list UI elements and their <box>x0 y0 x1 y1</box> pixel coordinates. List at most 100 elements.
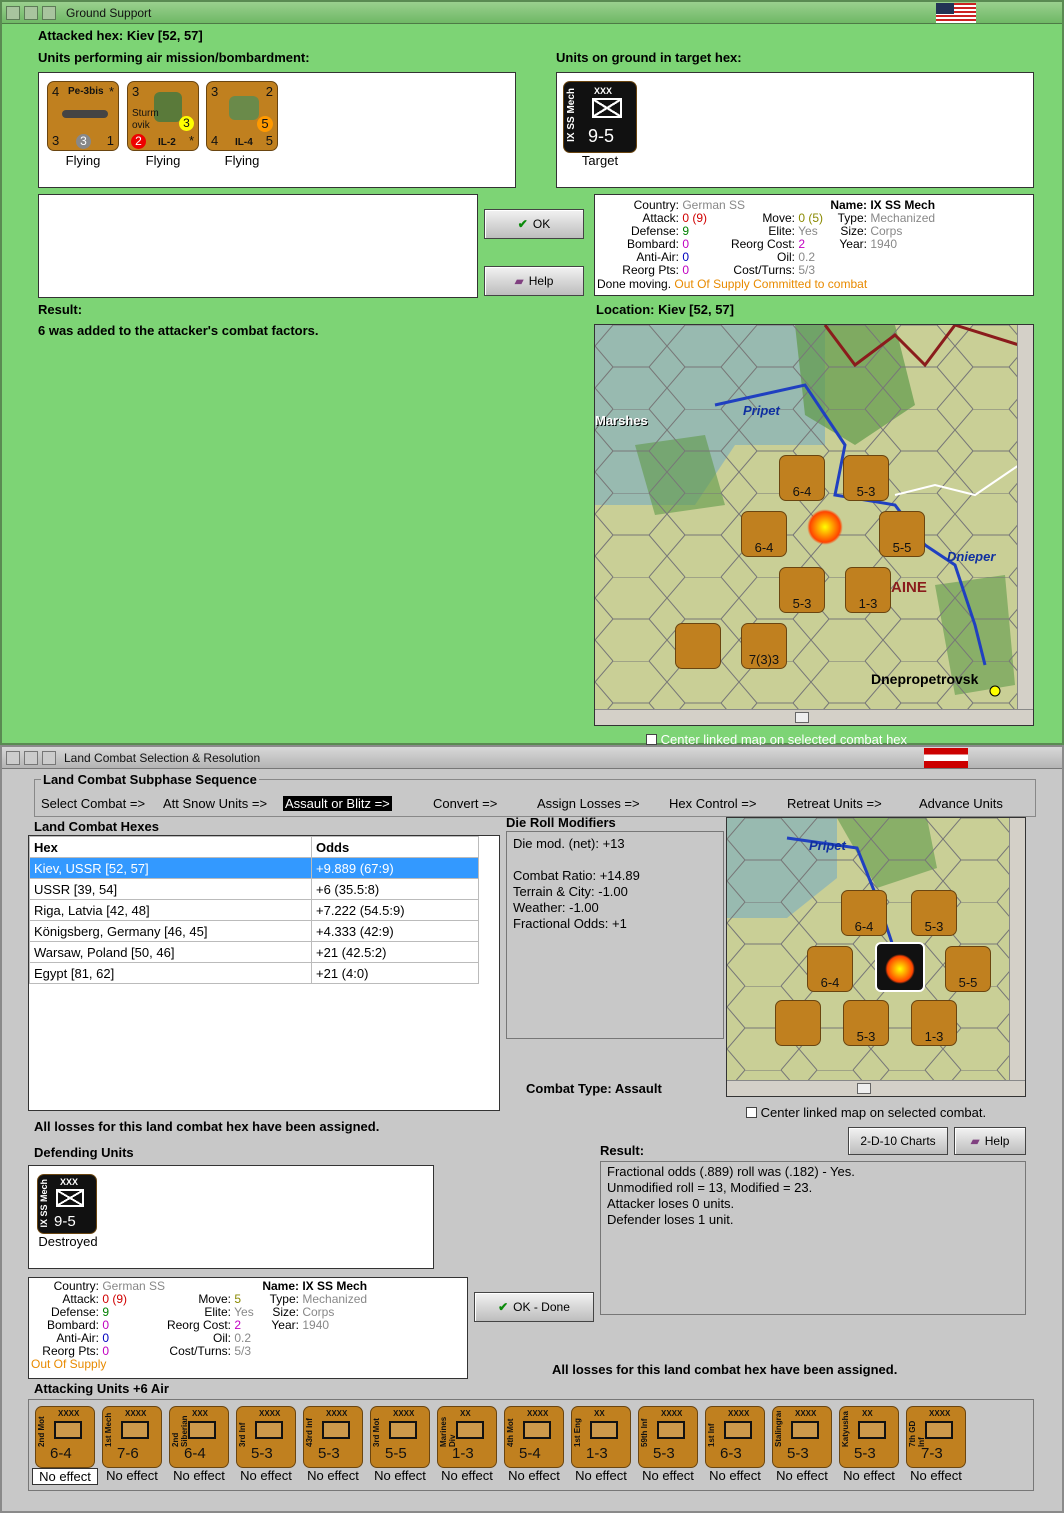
col-hex[interactable]: Hex <box>29 836 312 858</box>
hexes-heading: Land Combat Hexes <box>34 819 159 834</box>
attacker-status: No effect <box>173 1468 225 1483</box>
horizontal-scrollbar[interactable] <box>727 1080 1025 1096</box>
table-row[interactable]: Egypt [81, 62] +21 (4:0) <box>29 962 479 984</box>
location-label: Location: Kiev [52, 57] <box>596 302 734 317</box>
air-units-heading: Units performing air mission/bombardment… <box>38 50 310 65</box>
attacker-counter[interactable]: 59th Inf XXXX 5-3 <box>638 1406 698 1468</box>
attacker-counter[interactable]: 1st Inf XXXX 6-3 <box>705 1406 765 1468</box>
col-odds[interactable]: Odds <box>311 836 479 858</box>
unit-symbol-icon <box>523 1421 551 1439</box>
defending-heading: Defending Units <box>34 1145 134 1160</box>
us-flag-icon <box>936 3 976 23</box>
target-unit-counter[interactable]: IX SS Mech XXX 9-5 <box>563 81 637 153</box>
attacker-counter[interactable]: 3rd Mot XXXX 5-5 <box>370 1406 430 1468</box>
table-row[interactable]: Riga, Latvia [42, 48] +7.222 (54.5:9) <box>29 899 479 921</box>
map-unit-counter[interactable]: 6-4 <box>741 511 787 557</box>
attacker-counter[interactable]: Stalingrad XXXX 5-3 <box>772 1406 832 1468</box>
air-unit-map-icon[interactable] <box>675 623 721 669</box>
book-icon: ▰ <box>970 1134 980 1148</box>
seq-step-current: Assault or Blitz => <box>283 796 392 811</box>
air-unit-status: Flying <box>224 153 260 168</box>
vertical-scrollbar[interactable] <box>1009 818 1025 1082</box>
system-menu-icon[interactable] <box>6 6 20 20</box>
attacker-status: No effect <box>843 1468 895 1483</box>
map-unit-counter[interactable]: 1-3 <box>845 567 891 613</box>
map-unit-counter[interactable]: 6-4 <box>807 946 853 992</box>
attacker-counter[interactable]: 2nd Mot XXXX 6-4 <box>35 1406 95 1468</box>
attacker-status: No effect <box>776 1468 828 1483</box>
map-unit-counter[interactable]: 7(3)3 <box>741 623 787 669</box>
combat-hex-map[interactable]: Pripet 6-4 5-3 6-4 5-5 5-3 1-3 <box>726 817 1026 1097</box>
table-row[interactable]: Warsaw, Poland [50, 46] +21 (42.5:2) <box>29 941 479 963</box>
table-row[interactable]: Königsberg, Germany [46, 45] +4.333 (42:9… <box>29 920 479 942</box>
map-unit-counter[interactable]: 5-3 <box>843 455 889 501</box>
table-row[interactable]: USSR [39, 54] +6 (35.5:8) <box>29 878 479 900</box>
help-button[interactable]: ▰ Help <box>954 1127 1026 1155</box>
location-map[interactable]: Marshes Pripet Dnieper Dnepropetrovsk AI… <box>594 324 1034 726</box>
drm-panel: Die mod. (net): +13 Combat Ratio: +14.89… <box>506 831 724 1039</box>
drm-heading: Die Roll Modifiers <box>506 815 616 830</box>
defender-map-counter[interactable] <box>875 942 925 992</box>
air-unit-map-icon[interactable] <box>775 1000 821 1046</box>
unit-symbol-icon <box>54 1421 82 1439</box>
attacker-counter[interactable]: Katyusha XX 5-3 <box>839 1406 899 1468</box>
map-unit-counter[interactable]: 6-4 <box>779 455 825 501</box>
help-button[interactable]: ▰ Help <box>484 266 584 296</box>
map-label: Pripet <box>743 403 780 418</box>
checkmark-icon: ✔ <box>517 217 528 231</box>
map-label: Dnepropetrovsk <box>871 671 979 687</box>
seq-step: Att Snow Units => <box>163 796 268 811</box>
table-row[interactable]: Kiev, USSR [52, 57] +9.889 (67:9) <box>29 857 479 879</box>
map-unit-counter[interactable]: 6-4 <box>841 890 887 936</box>
unit-symbol-icon <box>121 1421 149 1439</box>
map-unit-counter[interactable]: 5-3 <box>779 567 825 613</box>
attacker-counter[interactable]: 43rd Inf XXXX 5-3 <box>303 1406 363 1468</box>
minimize-icon[interactable] <box>24 6 38 20</box>
attacker-counter[interactable]: 2nd Siberian XXX 6-4 <box>169 1406 229 1468</box>
ground-support-window: Ground Support Attacked hex: Kiev [52, 5… <box>0 0 1064 747</box>
attacker-counter[interactable]: 4th Mot XXXX 5-4 <box>504 1406 564 1468</box>
maximize-icon[interactable] <box>42 6 56 20</box>
map-unit-counter[interactable]: 5-5 <box>945 946 991 992</box>
defending-units-panel: IX SS Mech XXX 9-5 Destroyed <box>28 1165 434 1269</box>
combat-type: Combat Type: Assault <box>526 1081 662 1096</box>
attacker-status: No effect <box>575 1468 627 1483</box>
ok-done-button[interactable]: ✔ OK - Done <box>474 1292 594 1322</box>
vertical-scrollbar[interactable] <box>1017 325 1033 711</box>
minimize-icon[interactable] <box>24 751 38 765</box>
unit-symbol-icon <box>456 1421 484 1439</box>
attacker-counter[interactable]: 1st Eng XX 1-3 <box>571 1406 631 1468</box>
attacker-counter[interactable]: 1st Mech XXXX 7-6 <box>102 1406 162 1468</box>
map-unit-counter[interactable]: 5-3 <box>843 1000 889 1046</box>
seq-step: Retreat Units => <box>787 796 882 811</box>
map-unit-counter[interactable]: 5-3 <box>911 890 957 936</box>
air-unit-status: Flying <box>65 153 101 168</box>
air-unit-counter[interactable]: 3 Sturm ovik 3 2 IL-2 * <box>127 81 199 151</box>
map-unit-counter[interactable]: 1-3 <box>911 1000 957 1046</box>
checkmark-icon: ✔ <box>498 1300 509 1314</box>
horizontal-scrollbar[interactable] <box>595 709 1033 725</box>
air-units-panel: 4 Pe-3bis * 3 3 1 Flying 3 Sturm ovik 3 … <box>38 72 516 188</box>
attacker-counter[interactable]: 3rd Inf XXXX 5-3 <box>236 1406 296 1468</box>
charts-button[interactable]: 2-D-10 Charts <box>848 1127 948 1155</box>
center-combat-checkbox[interactable]: Center linked map on selected combat. <box>746 1105 986 1120</box>
map-label: Dnieper <box>947 549 996 564</box>
air-unit-counter[interactable]: 4 Pe-3bis * 3 3 1 <box>47 81 119 151</box>
air-unit-counter[interactable]: 3 2 5 4 IL-4 5 <box>206 81 278 151</box>
unit-symbol-icon <box>858 1421 886 1439</box>
map-unit-counter[interactable]: 5-5 <box>879 511 925 557</box>
unit-info-panel: Country: German SS Attack: 0 (9) Defense… <box>594 194 1034 296</box>
window-title: Land Combat Selection & Resolution <box>64 751 261 765</box>
ok-button[interactable]: ✔ OK <box>484 209 584 239</box>
explosion-icon <box>807 509 843 545</box>
system-menu-icon[interactable] <box>6 751 20 765</box>
maximize-icon[interactable] <box>42 751 56 765</box>
losses-message: All losses for this land combat hex have… <box>34 1119 380 1134</box>
attacked-hex-title: Attacked hex: Kiev [52, 57] <box>38 28 203 43</box>
title-bar: Ground Support <box>2 2 1062 24</box>
attacker-counter[interactable]: 7th GD Inf XXXX 7-3 <box>906 1406 966 1468</box>
sequence-group: Land Combat Subphase Sequence Select Com… <box>34 772 1036 817</box>
attacker-status: No effect <box>374 1468 426 1483</box>
defender-counter[interactable]: IX SS Mech XXX 9-5 <box>37 1174 97 1234</box>
attacker-counter[interactable]: Marines Div XX 1-3 <box>437 1406 497 1468</box>
